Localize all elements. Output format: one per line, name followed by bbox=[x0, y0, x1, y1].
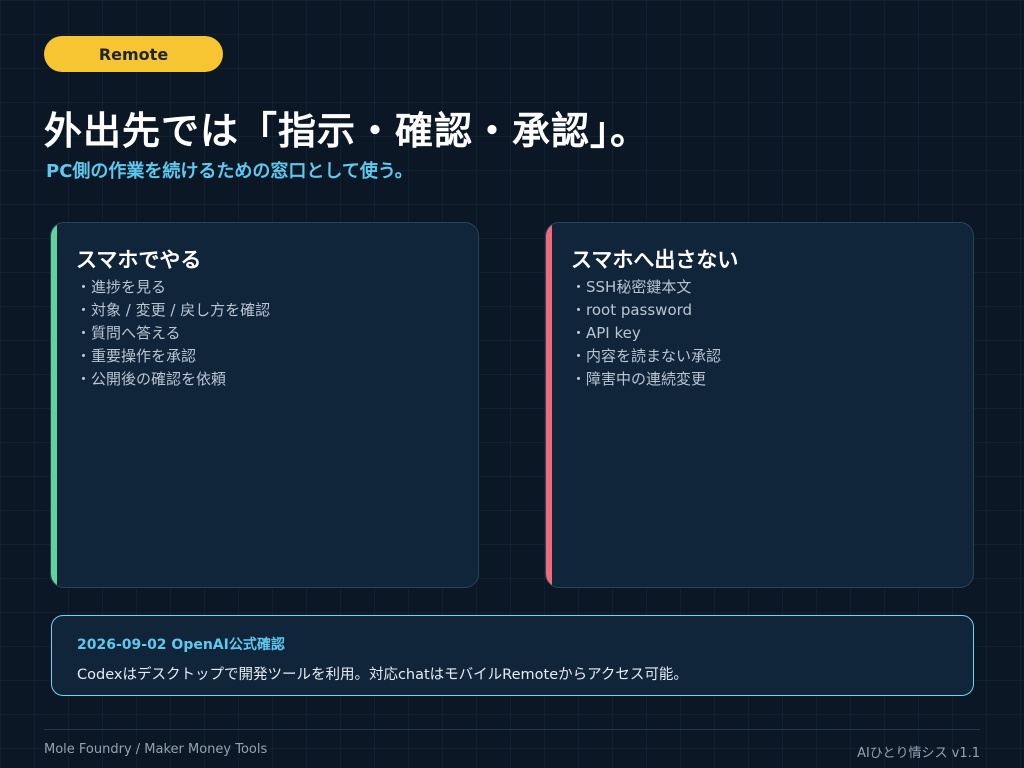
page-title: 外出先では「指示・確認・承認」。 bbox=[44, 109, 650, 153]
bullet-icon: ・ bbox=[571, 370, 587, 388]
red-accent-bar bbox=[546, 223, 552, 587]
note-body: Codexはデスクトップで開発ツールを利用。対応chatはモバイルRemoteか… bbox=[77, 667, 688, 683]
list-item-text: SSH秘密鍵本文 bbox=[586, 278, 692, 296]
do-on-phone-card: スマホでやる ・進捗を見る ・対象 / 変更 / 戻し方を確認 ・質問へ答える … bbox=[50, 222, 479, 588]
bullet-icon: ・ bbox=[76, 370, 92, 388]
page-subtitle: PC側の作業を続けるための窓口として使う。 bbox=[46, 161, 413, 182]
not-on-phone-list: ・SSH秘密鍵本文 ・root password ・API key ・内容を読ま… bbox=[571, 276, 721, 391]
footer-version: AIひとり情シス v1.1 bbox=[857, 746, 980, 761]
green-accent-bar bbox=[51, 223, 57, 587]
bullet-icon: ・ bbox=[76, 301, 92, 319]
list-item-text: 進捗を見る bbox=[91, 278, 167, 296]
bullet-icon: ・ bbox=[76, 347, 92, 365]
bullet-icon: ・ bbox=[571, 278, 587, 296]
bullet-icon: ・ bbox=[571, 347, 587, 365]
official-note-box: 2026-09-02 OpenAI公式確認 Codexはデスクトップで開発ツール… bbox=[51, 615, 974, 696]
list-item: ・質問へ答える bbox=[76, 322, 270, 345]
remote-badge: Remote bbox=[44, 36, 223, 72]
list-item: ・root password bbox=[571, 299, 721, 322]
list-item-text: 障害中の連続変更 bbox=[586, 370, 707, 388]
list-item: ・進捗を見る bbox=[76, 276, 270, 299]
list-item: ・対象 / 変更 / 戻し方を確認 bbox=[76, 299, 270, 322]
footer-credit: Mole Foundry / Maker Money Tools bbox=[44, 742, 268, 757]
bullet-icon: ・ bbox=[571, 324, 587, 342]
note-title: 2026-09-02 OpenAI公式確認 bbox=[77, 637, 285, 653]
list-item: ・障害中の連続変更 bbox=[571, 368, 721, 391]
bullet-icon: ・ bbox=[571, 301, 587, 319]
list-item-text: 公開後の確認を依頼 bbox=[91, 370, 227, 388]
list-item-text: 重要操作を承認 bbox=[91, 347, 197, 365]
list-item-text: 対象 / 変更 / 戻し方を確認 bbox=[91, 301, 271, 319]
do-on-phone-list: ・進捗を見る ・対象 / 変更 / 戻し方を確認 ・質問へ答える ・重要操作を承… bbox=[76, 276, 270, 391]
not-on-phone-card: スマホへ出さない ・SSH秘密鍵本文 ・root password ・API k… bbox=[545, 222, 974, 588]
list-item: ・内容を読まない承認 bbox=[571, 345, 721, 368]
bullet-icon: ・ bbox=[76, 278, 92, 296]
card-heading: スマホでやる bbox=[76, 248, 202, 272]
list-item: ・API key bbox=[571, 322, 721, 345]
footer-divider bbox=[44, 729, 980, 730]
list-item-text: 内容を読まない承認 bbox=[586, 347, 722, 365]
list-item-text: 質問へ答える bbox=[91, 324, 181, 342]
bullet-icon: ・ bbox=[76, 324, 92, 342]
list-item-text: root password bbox=[586, 301, 693, 319]
list-item: ・重要操作を承認 bbox=[76, 345, 270, 368]
list-item: ・公開後の確認を依頼 bbox=[76, 368, 270, 391]
list-item: ・SSH秘密鍵本文 bbox=[571, 276, 721, 299]
list-item-text: API key bbox=[586, 324, 641, 342]
card-heading: スマホへ出さない bbox=[571, 248, 739, 272]
